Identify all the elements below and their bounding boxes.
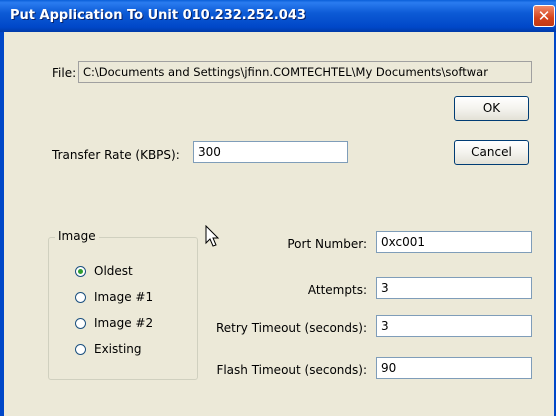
mouse-pointer-icon	[205, 225, 220, 247]
radio-oldest-label: Oldest	[94, 264, 133, 278]
retry-timeout-input[interactable]: 3	[376, 315, 532, 337]
attempts-label: Attempts:	[307, 283, 367, 297]
image-groupbox: Image Oldest Image #1 Image #2 Existing	[48, 229, 198, 380]
ok-button[interactable]: OK	[454, 96, 529, 121]
flash-timeout-input[interactable]: 90	[376, 357, 532, 379]
port-number-input[interactable]: 0xc001	[376, 231, 532, 253]
port-number-label: Port Number:	[287, 237, 367, 251]
radio-unselected-icon	[75, 292, 86, 303]
file-label: File:	[52, 66, 77, 80]
radio-unselected-icon	[75, 318, 86, 329]
radio-selected-icon	[75, 266, 86, 277]
attempts-input[interactable]: 3	[376, 277, 532, 299]
radio-image-2[interactable]: Image #2	[75, 316, 153, 330]
window-frame-left	[0, 32, 4, 416]
transfer-rate-label: Transfer Rate (KBPS):	[52, 148, 180, 162]
cancel-button[interactable]: Cancel	[454, 140, 529, 165]
close-icon: ✕	[537, 7, 551, 25]
flash-timeout-label: Flash Timeout (seconds):	[216, 363, 367, 377]
radio-image-1-label: Image #1	[94, 290, 154, 304]
file-path-field[interactable]: C:\Documents and Settings\jfinn.COMTECHT…	[78, 61, 532, 83]
radio-image-1[interactable]: Image #1	[75, 290, 153, 304]
transfer-rate-input[interactable]: 300	[193, 141, 348, 163]
retry-timeout-label: Retry Timeout (seconds):	[215, 321, 367, 335]
window-title: Put Application To Unit 010.232.252.043	[10, 8, 306, 23]
radio-existing[interactable]: Existing	[75, 342, 142, 356]
title-bar[interactable]: Put Application To Unit 010.232.252.043 …	[0, 0, 556, 32]
image-group-legend: Image	[55, 229, 99, 243]
radio-oldest[interactable]: Oldest	[75, 264, 133, 278]
radio-image-2-label: Image #2	[94, 316, 154, 330]
radio-existing-label: Existing	[94, 342, 142, 356]
radio-unselected-icon	[75, 344, 86, 355]
close-button[interactable]: ✕	[533, 5, 555, 27]
